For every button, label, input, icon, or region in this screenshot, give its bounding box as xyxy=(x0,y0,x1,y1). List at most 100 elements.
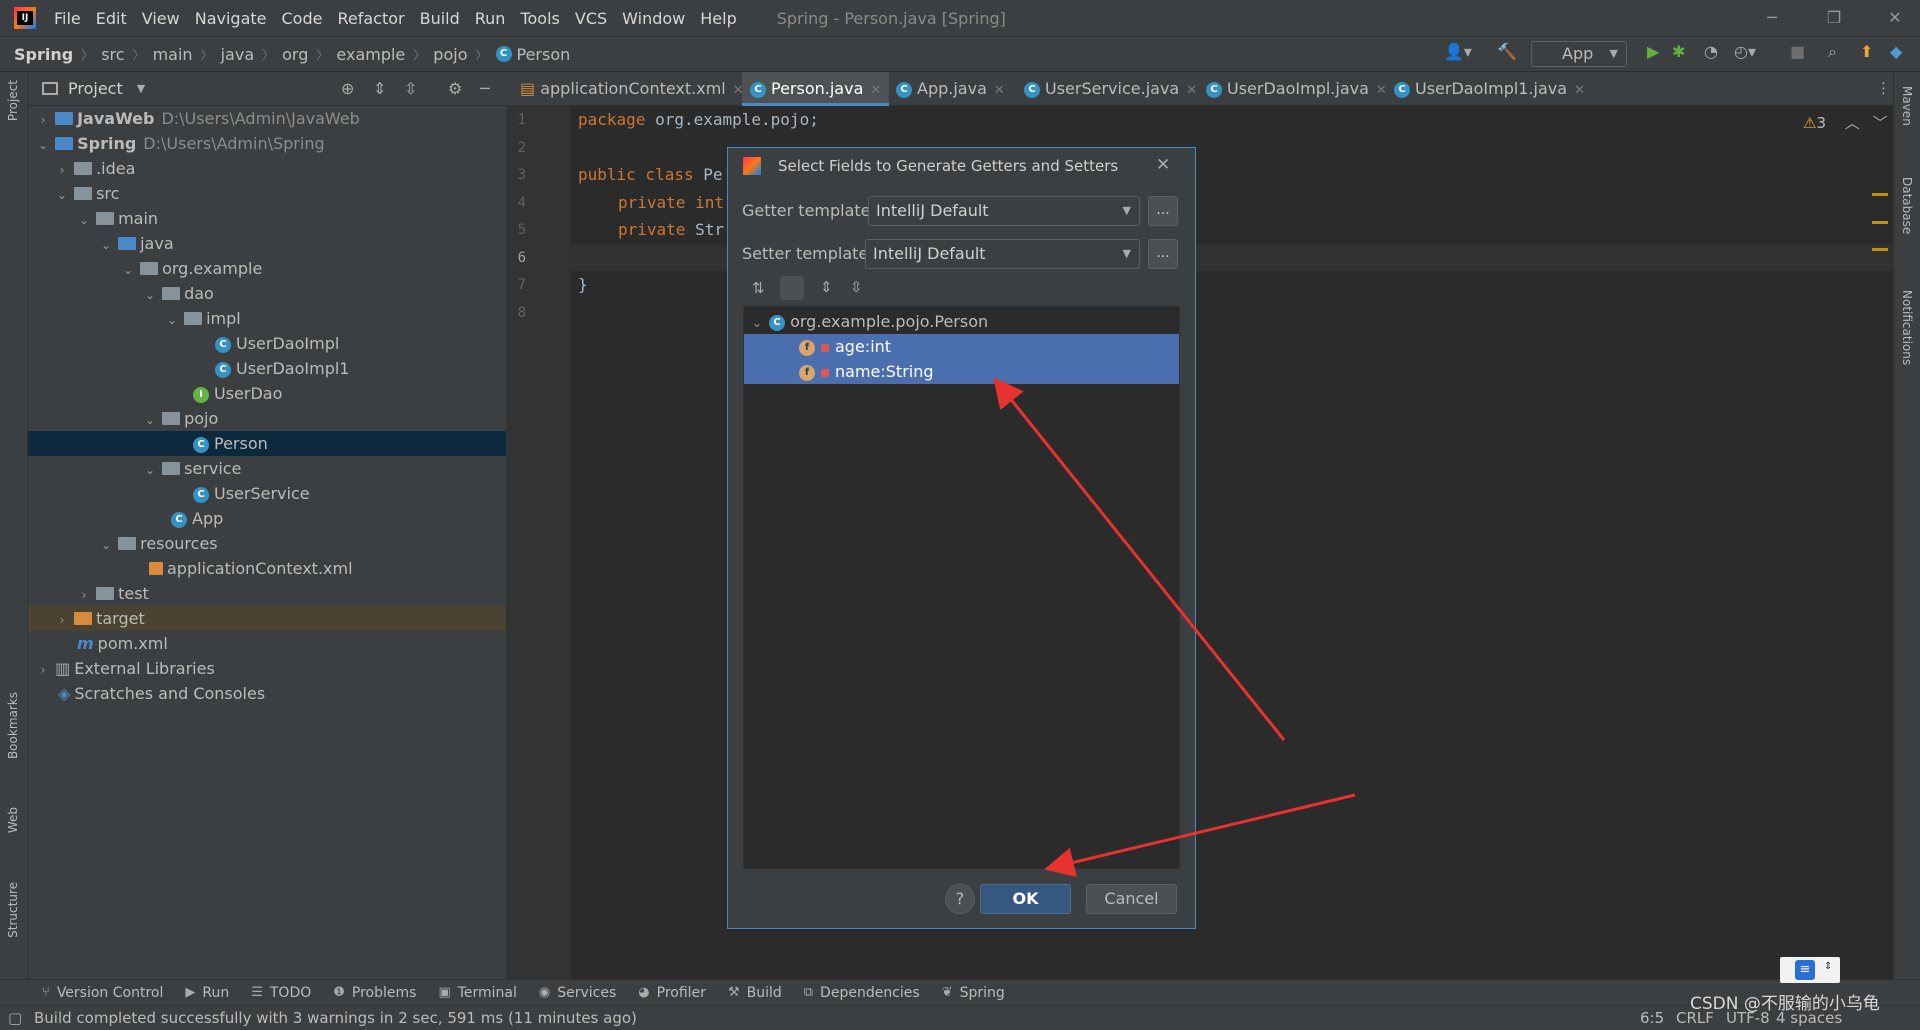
chevron-down-icon[interactable]: ⌄ xyxy=(143,458,157,483)
update-icon[interactable]: ⬆ xyxy=(1860,42,1873,66)
close-tab-icon[interactable]: ✕ xyxy=(1376,83,1387,98)
more-tabs-icon[interactable]: ⋮ xyxy=(1876,79,1891,97)
tree-item-userservice[interactable]: C UserService xyxy=(28,481,506,506)
tool-database[interactable]: Database xyxy=(1900,177,1914,234)
close-icon[interactable]: ✕ xyxy=(1156,155,1170,175)
tab-userservice[interactable]: C UserService.java ✕ xyxy=(1024,72,1197,106)
setter-template-edit-button[interactable]: ... xyxy=(1148,239,1178,269)
show-classes-toggle-icon[interactable] xyxy=(780,276,804,300)
build-hammer-icon[interactable]: 🔨 xyxy=(1497,42,1517,66)
tab-userdaoimpl1[interactable]: C UserDaoImpl1.java ✕ xyxy=(1394,72,1585,106)
run-config-select[interactable]: App ▼ xyxy=(1531,41,1627,67)
tool-web[interactable]: Web xyxy=(6,807,20,833)
tab-person[interactable]: C Person.java ✕ xyxy=(742,72,890,106)
menu-navigate[interactable]: Navigate xyxy=(195,9,267,28)
warning-marker[interactable] xyxy=(1872,248,1888,251)
project-panel-title[interactable]: Project xyxy=(68,79,123,98)
coverage-icon[interactable]: ◔ xyxy=(1704,42,1718,66)
tree-item-pojo[interactable]: ⌄ pojo xyxy=(28,406,506,431)
stop-icon[interactable]: ■ xyxy=(1790,42,1805,66)
breadcrumb-src[interactable]: src xyxy=(101,45,124,64)
menu-view[interactable]: View xyxy=(142,9,180,28)
jetbrains-icon[interactable]: ◆ xyxy=(1890,42,1902,66)
chevron-down-icon[interactable]: ⌄ xyxy=(143,283,157,308)
menu-run[interactable]: Run xyxy=(475,9,506,28)
code-line-5[interactable]: private Str xyxy=(618,220,724,239)
tree-item-applicationcontext[interactable]: applicationContext.xml xyxy=(28,556,506,581)
tree-item-idea[interactable]: › .idea xyxy=(28,156,506,181)
menu-help[interactable]: Help xyxy=(700,9,736,28)
tab-app[interactable]: C App.java ✕ xyxy=(896,72,1005,106)
getter-template-select[interactable]: IntelliJ Default ▼ xyxy=(868,196,1140,226)
minimize-icon[interactable]: ─ xyxy=(1749,0,1795,36)
warning-marker[interactable] xyxy=(1872,193,1888,196)
tool-project[interactable]: Project xyxy=(6,80,20,121)
chevron-down-icon[interactable]: ⌄ xyxy=(99,533,113,558)
menu-vcs[interactable]: VCS xyxy=(575,9,607,28)
collapse-all-icon[interactable]: ⇳ xyxy=(404,79,417,98)
tab-applicationcontext[interactable]: ▤ applicationContext.xml ✕ xyxy=(520,72,744,106)
tree-item-userdaoimpl[interactable]: C UserDaoImpl xyxy=(28,331,506,356)
tree-item-service[interactable]: ⌄ service xyxy=(28,456,506,481)
restore-icon[interactable]: ❐ xyxy=(1811,0,1857,36)
chevron-down-icon[interactable]: ⌄ xyxy=(121,258,135,283)
chevron-down-icon[interactable]: ﹀ xyxy=(1873,114,1888,132)
breadcrumb-org[interactable]: org xyxy=(282,45,308,64)
class-node[interactable]: ⌄ Corg.example.pojo.Person xyxy=(744,309,1179,334)
field-row[interactable]: f age:int xyxy=(744,334,1179,359)
close-window-icon[interactable]: ✕ xyxy=(1872,0,1918,36)
tree-item-javaweb[interactable]: › JavaWeb D:\Users\Admin\JavaWeb xyxy=(28,106,506,131)
chevron-down-icon[interactable]: ⌄ xyxy=(143,408,157,433)
code-line-4[interactable]: private int xyxy=(618,193,724,212)
setter-template-select[interactable]: IntelliJ Default ▼ xyxy=(865,239,1140,269)
close-tab-icon[interactable]: ✕ xyxy=(870,83,881,98)
chevron-right-icon[interactable]: › xyxy=(77,583,91,608)
tool-structure[interactable]: Structure xyxy=(6,882,20,938)
tool-version-control[interactable]: ⑂ Version Control xyxy=(42,985,163,1001)
tree-item-org-example[interactable]: ⌄ org.example xyxy=(28,256,506,281)
tree-item-impl[interactable]: ⌄ impl xyxy=(28,306,506,331)
code-line-3[interactable]: public class Pe xyxy=(578,165,723,184)
chevron-down-icon[interactable]: ⌄ xyxy=(36,133,50,158)
search-icon[interactable]: ⌕ xyxy=(1828,42,1837,66)
tree-item-app[interactable]: C App xyxy=(28,506,506,531)
tree-item-pom[interactable]: m pom.xml xyxy=(28,631,506,656)
tree-item-main[interactable]: ⌄ main xyxy=(28,206,506,231)
tool-profiler[interactable]: ◕ Profiler xyxy=(638,985,706,1001)
chevron-right-icon[interactable]: › xyxy=(36,658,50,683)
tree-item-scratches[interactable]: ◈ Scratches and Consoles xyxy=(28,681,506,706)
caret-position[interactable]: 6:5 xyxy=(1640,1006,1664,1030)
breadcrumb-main[interactable]: main xyxy=(153,45,193,64)
tree-item-person[interactable]: C Person xyxy=(28,431,506,456)
chevron-down-icon[interactable]: ⌄ xyxy=(750,311,764,336)
breadcrumb-project[interactable]: Spring xyxy=(14,45,73,64)
code-line-1[interactable]: package org.example.pojo; xyxy=(578,110,819,129)
menu-edit[interactable]: Edit xyxy=(96,9,127,28)
hide-panel-icon[interactable]: ─ xyxy=(480,79,490,98)
expand-all-icon[interactable]: ⇕ xyxy=(820,278,833,296)
tool-problems[interactable]: ❶ Problems xyxy=(333,985,416,1001)
tool-dependencies[interactable]: ⧉ Dependencies xyxy=(804,985,920,1001)
tool-run[interactable]: ▶ Run xyxy=(185,985,229,1001)
close-tab-icon[interactable]: ✕ xyxy=(994,83,1005,98)
menu-code[interactable]: Code xyxy=(282,9,323,28)
warning-marker[interactable] xyxy=(1872,221,1888,224)
chevron-up-icon[interactable]: ︿ xyxy=(1845,114,1860,132)
breadcrumb-example[interactable]: example xyxy=(336,45,405,64)
tool-build[interactable]: ⚒ Build xyxy=(728,985,782,1001)
tool-spring[interactable]: ❦ Spring xyxy=(942,985,1005,1001)
debug-icon[interactable]: ✱ xyxy=(1672,42,1685,66)
field-row[interactable]: f name:String xyxy=(744,359,1179,384)
tool-bookmarks[interactable]: Bookmarks xyxy=(6,692,20,759)
ime-widget[interactable]: ≡ ⇕ xyxy=(1780,957,1840,983)
chevron-down-icon[interactable]: ⌄ xyxy=(165,308,179,333)
menu-window[interactable]: Window xyxy=(622,9,685,28)
close-tab-icon[interactable]: ✕ xyxy=(1186,83,1197,98)
sort-icon[interactable]: ⇅ xyxy=(752,279,765,297)
tab-userdaoimpl[interactable]: C UserDaoImpl.java ✕ xyxy=(1206,72,1387,106)
chevron-right-icon[interactable]: › xyxy=(55,158,69,183)
tool-terminal[interactable]: ▣ Terminal xyxy=(438,985,516,1001)
breadcrumb-pojo[interactable]: pojo xyxy=(433,45,467,64)
ok-button[interactable]: OK xyxy=(980,884,1071,914)
help-button[interactable]: ? xyxy=(945,884,975,914)
